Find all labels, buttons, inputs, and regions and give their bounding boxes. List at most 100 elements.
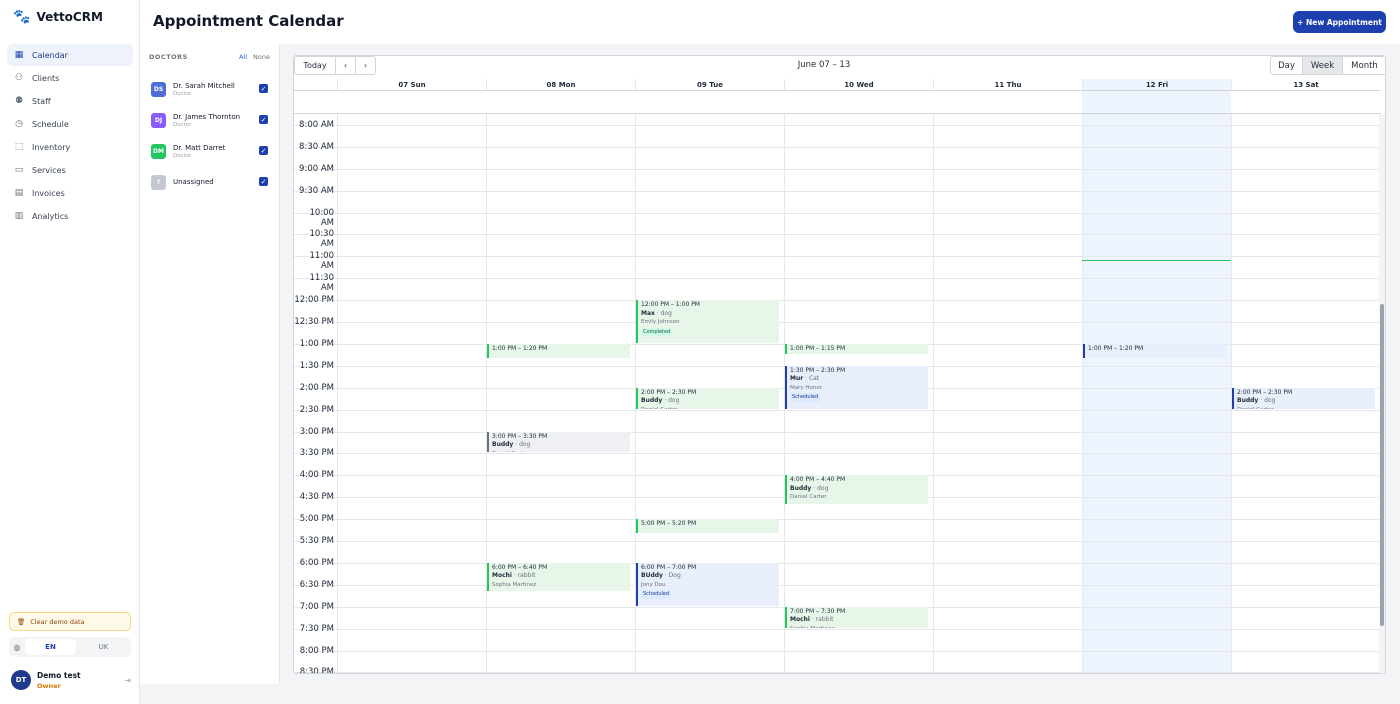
doctor-checkbox[interactable]: ✓ xyxy=(259,115,268,124)
sidebar-item-staff[interactable]: ⚉ Staff xyxy=(7,90,133,112)
today-button[interactable]: Today xyxy=(294,56,336,75)
day-header[interactable]: 10 Wed xyxy=(784,79,933,91)
doctors-filter-panel: DOCTORS All None DS Dr. Sarah Mitchell Do… xyxy=(140,44,280,684)
select-all-link[interactable]: All xyxy=(239,53,247,61)
day-column-divider xyxy=(933,114,934,673)
doctor-checkbox[interactable]: ✓ xyxy=(259,84,268,93)
week-view-button[interactable]: Week xyxy=(1302,56,1343,75)
time-label: 12:00 PM xyxy=(294,295,334,306)
clipboard-icon: ▤ xyxy=(14,188,24,198)
event-pet: Buddy xyxy=(1237,397,1259,405)
appointment-event[interactable]: 7:00 PM – 7:30 PMMochi · rabbitSophia Ma… xyxy=(785,606,928,628)
event-time: 2:00 PM – 2:30 PM xyxy=(641,388,697,396)
time-grid[interactable]: 8:00 AM 8:30 AM 9:00 AM 9:30 AM 10:00 AM 10:3… xyxy=(294,114,1381,673)
doctor-name: Dr. Sarah Mitchell xyxy=(173,81,235,90)
day-header[interactable]: 08 Mon xyxy=(486,79,635,91)
new-appointment-button[interactable]: + New Appointment xyxy=(1293,11,1386,33)
time-label: 9:00 AM xyxy=(299,163,334,174)
day-header[interactable]: 11 Thu xyxy=(933,79,1082,91)
doctor-filter-item[interactable]: DM Dr. Matt Darret Doctor ✓ xyxy=(151,140,271,162)
sidebar-item-analytics[interactable]: ▥ Analytics xyxy=(7,205,133,227)
doctor-filter-item[interactable]: DS Dr. Sarah Mitchell Doctor ✓ xyxy=(151,78,271,100)
day-header[interactable]: 13 Sat xyxy=(1231,79,1380,91)
day-header[interactable]: 09 Tue xyxy=(635,79,784,91)
sidebar-item-invoices[interactable]: ▤ Invoices xyxy=(7,182,133,204)
doctor-filter-item[interactable]: DJ Dr. James Thornton Doctor ✓ xyxy=(151,109,271,131)
clear-demo-data-button[interactable]: 🗑 Clear demo data xyxy=(9,612,131,631)
all-day-row[interactable] xyxy=(294,91,1381,114)
appointment-event[interactable]: 6:00 PM – 6:40 PM Mochi · rabbit Sophia Ma… xyxy=(487,562,630,592)
doctor-avatar: DM xyxy=(151,143,166,159)
event-time: 1:00 PM – 1:15 PM xyxy=(790,344,846,352)
event-pet: BUddy xyxy=(641,572,663,580)
event-owner: Daniel Carter xyxy=(1237,406,1372,409)
appointment-event[interactable]: 4:00 PM – 4:40 PM Buddy · dog Daniel Carte… xyxy=(785,475,928,504)
sidebar-item-schedule[interactable]: ◷ Schedule xyxy=(7,113,133,135)
event-owner: Emily Johnson xyxy=(641,319,680,326)
doctor-role: Doctor xyxy=(173,90,192,97)
sidebar-item-services[interactable]: ▭ Services xyxy=(7,159,133,181)
scrollbar-thumb[interactable] xyxy=(1380,304,1384,626)
day-header[interactable]: 07 Sun xyxy=(337,79,486,91)
calendar-scrollbar[interactable] xyxy=(1379,114,1385,673)
month-view-button[interactable]: Month xyxy=(1342,56,1385,75)
time-slot-line xyxy=(294,278,1381,280)
appointment-event[interactable]: 1:00 PM – 1:15 PM xyxy=(785,343,928,354)
doctor-avatar: DJ xyxy=(151,112,166,128)
event-time: 6:00 PM – 6:40 PM xyxy=(492,563,548,571)
appointment-event[interactable]: 5:00 PM – 5:20 PM xyxy=(636,519,779,533)
language-option-uk[interactable]: UK xyxy=(78,639,129,655)
doctor-checkbox[interactable]: ✓ xyxy=(259,177,268,186)
time-label: 12:30 PM xyxy=(294,317,334,328)
appointment-event[interactable]: 12:00 PM – 1:00 PM Max · dog Emily Johnson… xyxy=(636,300,779,343)
next-week-button[interactable]: › xyxy=(355,56,376,75)
logout-icon[interactable]: ⇥ xyxy=(124,676,131,685)
event-time: 1:30 PM – 2:30 PM xyxy=(790,366,846,374)
event-species: Cat xyxy=(808,375,820,383)
event-owner: Daniel Carter xyxy=(790,494,827,501)
day-view-button[interactable]: Day xyxy=(1270,56,1303,75)
appointment-event[interactable]: 1:30 PM – 2:30 PM Mur · Cat Mary Honor Sche… xyxy=(785,365,928,409)
doctor-role: Doctor xyxy=(173,121,192,128)
appointment-event[interactable]: 1:00 PM – 1:20 PM xyxy=(487,343,630,358)
event-owner: Sophia Martinez xyxy=(790,625,925,628)
appointment-event[interactable]: 6:00 PM – 7:00 PM BUddy · Dog Jony Dou Sche… xyxy=(636,562,779,606)
sidebar-item-label: Invoices xyxy=(32,188,65,198)
user-profile: DT Demo test Owner ⇥ xyxy=(11,669,131,691)
appointment-event[interactable]: 2:00 PM – 2:30 PMBuddy · dogDaniel Carte… xyxy=(1232,387,1375,409)
time-label: 7:00 PM xyxy=(299,601,334,612)
sidebar-item-inventory[interactable]: ⬚ Inventory xyxy=(7,136,133,158)
time-slot-line xyxy=(294,322,1381,324)
time-label: 3:00 PM xyxy=(299,426,334,437)
sidebar-item-calendar[interactable]: ▦ Calendar xyxy=(7,44,133,66)
time-label: 9:30 AM xyxy=(299,185,334,196)
day-column-divider xyxy=(337,114,338,673)
appointment-event[interactable]: 2:00 PM – 2:30 PMBuddy · dogDaniel Carte… xyxy=(636,387,779,409)
event-pet: Mochi xyxy=(790,616,810,624)
event-status-badge: Completed xyxy=(641,327,673,337)
sidebar-item-label: Services xyxy=(32,165,66,175)
time-label: 8:00 PM xyxy=(299,645,334,656)
appointment-event[interactable]: 3:00 PM – 3:30 PMBuddy · dogDaniel Carte… xyxy=(487,431,630,453)
sidebar-item-clients[interactable]: ⚇ Clients xyxy=(7,67,133,89)
view-switcher: Day Week Month xyxy=(1270,56,1385,75)
prev-week-button[interactable]: ‹ xyxy=(335,56,356,75)
event-species: dog xyxy=(817,484,829,492)
time-label: 5:30 PM xyxy=(299,536,334,547)
time-slot-line xyxy=(294,541,1381,543)
language-option-en[interactable]: EN xyxy=(25,639,76,655)
date-range-title: June 07 – 13 xyxy=(797,60,851,70)
sidebar-item-label: Schedule xyxy=(32,119,69,129)
time-label: 2:00 PM xyxy=(299,382,334,393)
top-header: Appointment Calendar + New Appointment xyxy=(140,0,1400,44)
select-none-link[interactable]: None xyxy=(253,53,270,61)
app-name: VettoCRM xyxy=(36,10,103,24)
doctor-checkbox[interactable]: ✓ xyxy=(259,146,268,155)
event-pet: Max xyxy=(641,309,655,317)
day-header[interactable]: 12 Fri xyxy=(1082,79,1231,91)
app-logo[interactable]: 🐾 VettoCRM xyxy=(13,9,103,25)
doctor-filter-item[interactable]: ? Unassigned ✓ xyxy=(151,171,271,193)
event-time: 3:00 PM – 3:30 PM xyxy=(492,432,548,440)
appointment-event[interactable]: 1:00 PM – 1:20 PM xyxy=(1083,343,1226,358)
user-name: Demo test xyxy=(37,670,81,680)
